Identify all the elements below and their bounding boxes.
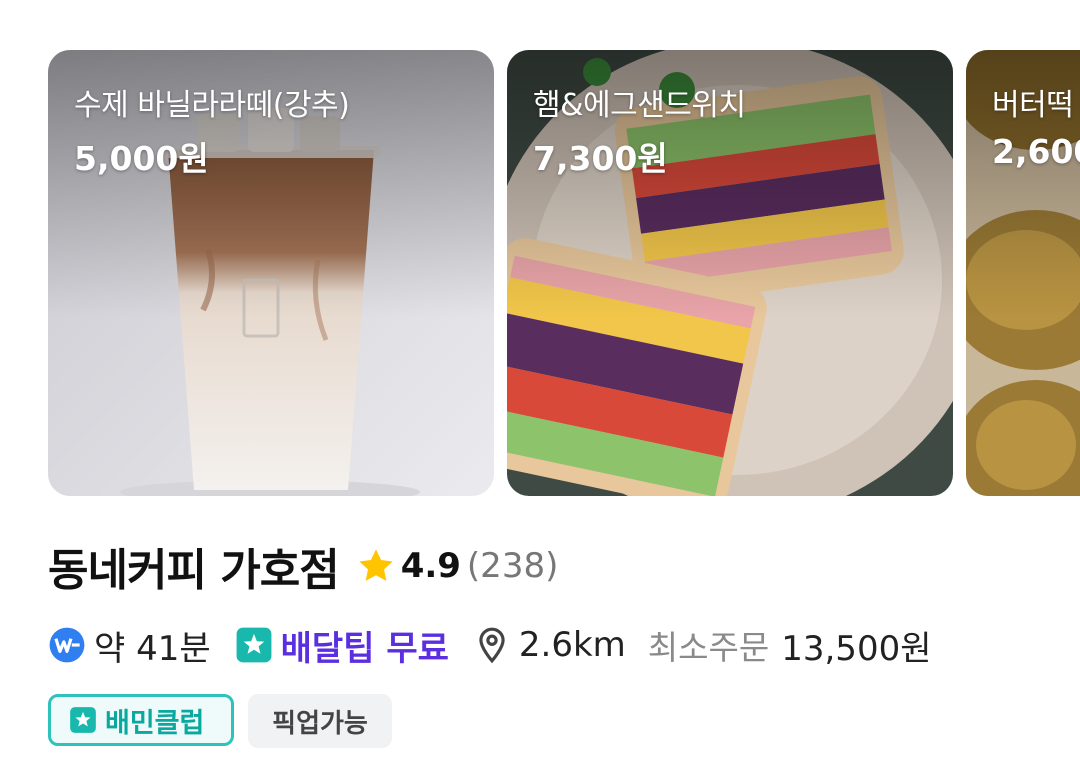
review-count[interactable]: (238): [467, 546, 558, 586]
baemin-club-icon: [70, 707, 96, 733]
menu-item-name: 수제 바닐라라떼(강추): [74, 88, 350, 123]
store-name: 동네커피 가호점: [48, 545, 340, 596]
menu-card-ham-egg-sandwich[interactable]: 햄&에그샌드위치 7,300원: [507, 50, 953, 496]
baemin-club-icon: [236, 627, 272, 663]
store-badges: 배민클럽 픽업가능: [48, 694, 392, 748]
menu-card-vanilla-latte[interactable]: 수제 바닐라라떼(강추) 5,000원: [48, 50, 494, 496]
menu-item-price: 7,300원: [533, 139, 668, 178]
pickup-available-badge: 픽업가능: [248, 694, 392, 748]
menu-card-butter-rice-cake[interactable]: 버터떡 2,600: [966, 50, 1080, 496]
menu-item-price: 2,600: [992, 132, 1080, 171]
distance: 2.6km: [518, 625, 626, 665]
menu-item-name: 햄&에그샌드위치: [533, 88, 746, 123]
menu-item-name: 버터떡: [992, 88, 1074, 123]
delivery-time: 약 41분: [94, 628, 211, 669]
menu-item-price: 5,000원: [74, 139, 209, 178]
badge-label: 픽업가능: [272, 708, 368, 739]
delivery-time-icon: [49, 627, 85, 663]
location-pin-icon: [479, 627, 505, 664]
delivery-tip: 배달팁 무료: [280, 628, 449, 669]
badge-label: 배민클럽: [105, 707, 205, 739]
rating-value: 4.9: [400, 546, 461, 586]
min-order-value: 13,500원: [781, 628, 932, 669]
star-icon: [359, 549, 393, 581]
baemin-club-badge: 배민클럽: [48, 694, 234, 746]
min-order-label: 최소주문: [647, 628, 770, 667]
delivery-info: 약 41분 배달팁 무료 2.6km 최소주문 13,500원: [48, 618, 931, 672]
store-header[interactable]: 동네커피 가호점 4.9 (238): [48, 536, 558, 596]
menu-carousel[interactable]: 수제 바닐라라떼(강추) 5,000원 햄&에그샌드위치 7,300원 버터떡 …: [0, 0, 1080, 500]
